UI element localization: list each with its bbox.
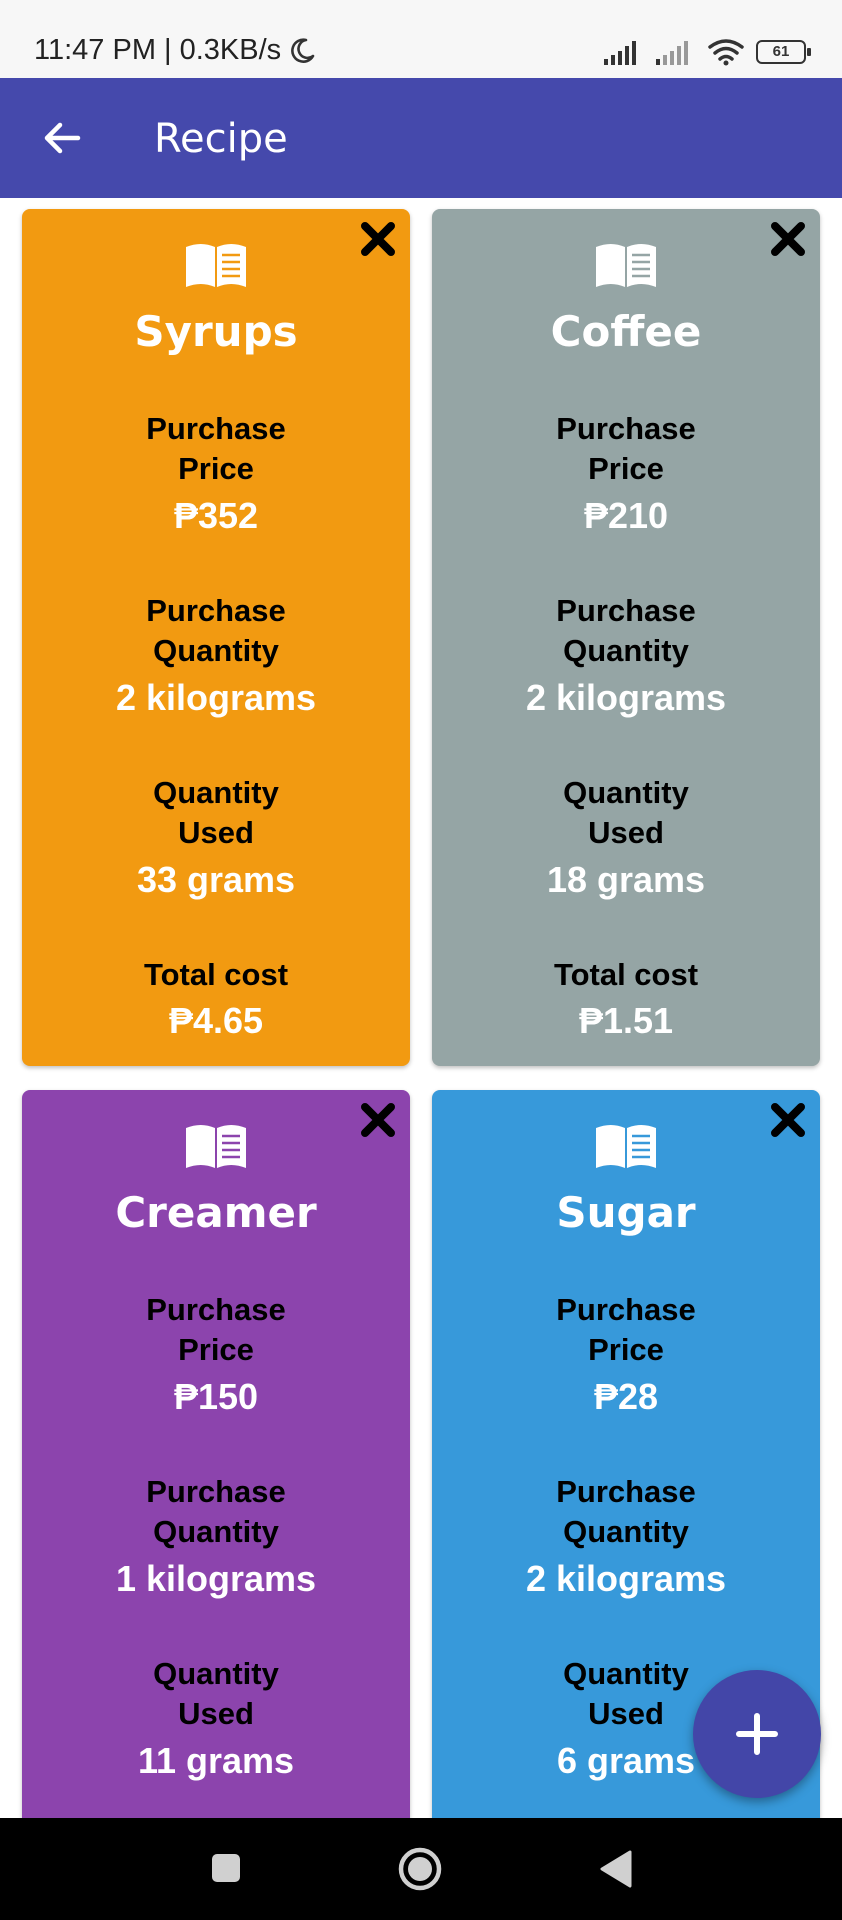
recipe-card-coffee[interactable]: Coffee Purchase Price ₱210 Purchase Quanti… xyxy=(432,209,820,1066)
purchase-quantity-label: Purchase Quantity xyxy=(82,591,350,671)
label-line: Used xyxy=(178,1696,254,1731)
card-title: Coffee xyxy=(550,307,702,356)
delete-card-button[interactable] xyxy=(356,217,400,261)
app-bar: Recipe xyxy=(0,78,842,198)
add-item-button[interactable] xyxy=(693,1670,821,1798)
recipe-card-syrups[interactable]: Syrups Purchase Price ₱352 Purchase Quanti… xyxy=(22,209,410,1066)
label-line: Used xyxy=(588,815,664,850)
purchase-quantity-label: Purchase Quantity xyxy=(492,591,760,671)
purchase-quantity-label: Purchase Quantity xyxy=(82,1472,350,1552)
back-button[interactable] xyxy=(38,114,86,162)
close-icon xyxy=(361,1103,395,1137)
quantity-used-label: Quantity Used xyxy=(492,773,760,853)
purchase-quantity-value: 2 kilograms xyxy=(115,677,317,718)
label-line: Quantity xyxy=(153,775,279,810)
recipe-card-creamer[interactable]: Creamer Purchase Price ₱150 Purchase Quant… xyxy=(22,1090,410,1850)
system-nav-bar xyxy=(0,1818,842,1920)
label-line: Quantity xyxy=(563,633,689,668)
label-line: Purchase xyxy=(146,411,286,446)
status-right: 61 xyxy=(604,38,811,66)
battery-indicator: 61 xyxy=(756,40,811,64)
book-icon xyxy=(596,1125,656,1168)
signal-weak-icon xyxy=(656,41,688,65)
purchase-price-label: Purchase Price xyxy=(82,409,350,489)
wifi-icon xyxy=(708,39,744,66)
label-line: Purchase xyxy=(146,593,286,628)
card-title: Creamer xyxy=(115,1188,317,1237)
purchase-quantity-value: 2 kilograms xyxy=(525,677,727,718)
label-line: Quantity xyxy=(563,1514,689,1549)
triangle-back-icon xyxy=(600,1850,632,1888)
delete-card-button[interactable] xyxy=(356,1098,400,1142)
card-title: Syrups xyxy=(134,307,298,356)
total-cost-value: ₱4.65 xyxy=(168,1000,264,1041)
book-icon xyxy=(186,1125,246,1168)
back-nav-button[interactable] xyxy=(596,1848,636,1890)
quantity-used-label: Quantity Used xyxy=(82,1654,350,1734)
label-line: Purchase xyxy=(146,1474,286,1509)
label-line: Price xyxy=(178,451,254,486)
total-cost-label: Total cost xyxy=(553,957,699,992)
purchase-quantity-value: 2 kilograms xyxy=(525,1558,727,1599)
delete-card-button[interactable] xyxy=(766,217,810,261)
purchase-price-value: ₱210 xyxy=(583,495,669,536)
moon-icon xyxy=(291,37,315,63)
status-left: 11:47 PM | 0.3KB/s xyxy=(34,34,317,67)
home-button[interactable] xyxy=(397,1846,443,1892)
label-line: Quantity xyxy=(563,775,689,810)
purchase-price-value: ₱352 xyxy=(173,495,259,536)
purchase-quantity-label: Purchase Quantity xyxy=(492,1472,760,1552)
label-line: Quantity xyxy=(153,633,279,668)
quantity-used-value: 18 grams xyxy=(546,859,706,900)
card-title: Sugar xyxy=(556,1188,696,1237)
signal-icon xyxy=(604,41,636,65)
delete-card-button[interactable] xyxy=(766,1098,810,1142)
label-line: Used xyxy=(178,815,254,850)
plus-icon xyxy=(736,1713,778,1755)
label-line: Purchase xyxy=(556,1292,696,1327)
close-icon xyxy=(771,1103,805,1137)
book-icon xyxy=(186,244,246,287)
label-line: Quantity xyxy=(153,1656,279,1691)
recents-button[interactable] xyxy=(208,1850,244,1886)
label-line: Price xyxy=(588,451,664,486)
label-line: Quantity xyxy=(563,1656,689,1691)
close-icon xyxy=(361,222,395,256)
page-title: Recipe xyxy=(154,116,288,162)
purchase-price-value: ₱150 xyxy=(173,1376,259,1417)
label-line: Quantity xyxy=(153,1514,279,1549)
label-line: Price xyxy=(178,1332,254,1367)
label-line: Purchase xyxy=(146,1292,286,1327)
square-icon xyxy=(212,1854,240,1882)
purchase-price-label: Purchase Price xyxy=(82,1290,350,1370)
arrow-left-icon xyxy=(44,122,81,154)
label-line: Purchase xyxy=(556,593,696,628)
purchase-price-label: Purchase Price xyxy=(492,1290,760,1370)
status-time: 11:47 PM | 0.3KB/s xyxy=(34,34,282,66)
home-circle-icon xyxy=(398,1847,442,1891)
label-line: Purchase xyxy=(556,411,696,446)
total-cost-label: Total cost xyxy=(143,957,289,992)
quantity-used-value: 33 grams xyxy=(136,859,296,900)
purchase-price-label: Purchase Price xyxy=(492,409,760,489)
label-line: Used xyxy=(588,1696,664,1731)
quantity-used-value: 11 grams xyxy=(137,1740,295,1781)
purchase-price-value: ₱28 xyxy=(593,1376,659,1417)
status-bar: 11:47 PM | 0.3KB/s 61 xyxy=(0,0,842,78)
close-icon xyxy=(771,222,805,256)
purchase-quantity-value: 1 kilograms xyxy=(115,1558,317,1599)
quantity-used-label: Quantity Used xyxy=(82,773,350,853)
label-line: Purchase xyxy=(556,1474,696,1509)
label-line: Price xyxy=(588,1332,664,1367)
total-cost-value: ₱1.51 xyxy=(578,1000,674,1041)
book-icon xyxy=(596,244,656,287)
